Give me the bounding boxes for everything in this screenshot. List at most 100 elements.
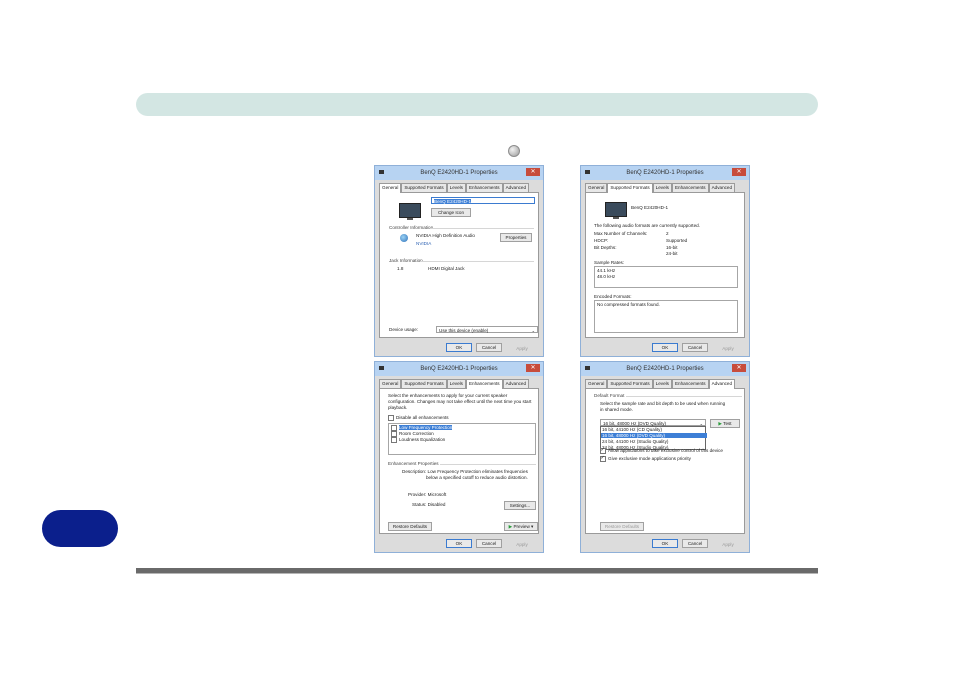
tab-advanced[interactable]: Advanced — [708, 183, 736, 192]
ok-button[interactable]: OK — [446, 539, 472, 548]
checkbox-icon — [600, 447, 606, 454]
monitor-icon — [605, 202, 627, 219]
tab-supported-formats[interactable]: Supported Formats — [401, 183, 447, 192]
tab-general[interactable]: General — [585, 379, 608, 388]
device-name-input[interactable]: BenQ E2420HD-1 — [431, 197, 535, 204]
controller-group-label: Controller Information — [389, 225, 434, 230]
device-usage-select[interactable]: Use this device (enable) ⌄ — [436, 326, 538, 333]
divider — [430, 228, 534, 229]
ok-button[interactable]: OK — [446, 343, 472, 352]
encoded-formats-list[interactable]: No compressed formats found. — [594, 300, 738, 333]
tab-enhancements[interactable]: Enhancements — [465, 183, 503, 192]
allow-exclusive-checkbox[interactable]: Allow applications to take exclusive con… — [600, 447, 723, 454]
title-bar: BenQ E2420HD-1 Properties ✕ — [581, 362, 749, 376]
checkbox-icon — [600, 455, 606, 462]
dialog-title: BenQ E2420HD-1 Properties — [420, 366, 498, 372]
footer-rule — [136, 568, 818, 574]
checkbox-icon — [388, 415, 394, 421]
restore-defaults-button[interactable]: Restore Defaults — [388, 522, 432, 531]
list-item: 44.1 kHz — [597, 268, 616, 273]
tab-supported-formats[interactable]: Supported Formats — [607, 379, 653, 388]
tab-levels[interactable]: Levels — [652, 379, 672, 388]
properties-button[interactable]: Properties — [500, 233, 532, 242]
properties-dialog-supported-formats: BenQ E2420HD-1 Properties ✕ General Suppo… — [580, 165, 750, 357]
apply-button[interactable]: Apply — [510, 345, 534, 352]
apply-button[interactable]: Apply — [510, 541, 534, 548]
settings-button[interactable]: Settings... — [504, 501, 536, 510]
jack-name: HDMI Digital Jack — [428, 266, 465, 271]
description-line-1: Description: Low Frequency Protection el… — [402, 469, 528, 474]
cancel-button[interactable]: Cancel — [682, 539, 708, 548]
cancel-button[interactable]: Cancel — [682, 343, 708, 352]
enhancements-list[interactable]: Low Frequency Protection Room Correction… — [388, 423, 536, 455]
dialog-title: BenQ E2420HD-1 Properties — [626, 170, 704, 176]
hdcp-value: Supported — [666, 238, 688, 243]
option-item[interactable]: 16 bit, 48000 Hz (DVD Quality) — [601, 433, 707, 438]
enhancements-panel: Select the enhancements to apply for you… — [379, 388, 539, 534]
advanced-panel: Default Format Select the sample rate an… — [585, 388, 745, 534]
jack-id: 1.8 — [397, 266, 404, 271]
properties-dialog-advanced: BenQ E2420HD-1 Properties ✕ General Suppo… — [580, 361, 750, 553]
title-bar: BenQ E2420HD-1 Properties ✕ — [581, 166, 749, 180]
tab-general[interactable]: General — [379, 183, 402, 193]
jack-group-label: Jack Information — [389, 258, 423, 263]
tab-levels[interactable]: Levels — [446, 379, 466, 388]
device-name: BenQ E2420HD-1 — [631, 205, 669, 210]
close-icon[interactable]: ✕ — [732, 364, 746, 372]
tab-supported-formats[interactable]: Supported Formats — [607, 183, 653, 193]
controller-name: NVIDIA High Definition Audio — [416, 233, 475, 238]
disable-all-checkbox[interactable]: Disable all enhancements — [388, 415, 449, 421]
tab-advanced[interactable]: Advanced — [708, 379, 736, 389]
restore-defaults-button[interactable]: Restore Defaults — [600, 522, 644, 531]
enhancement-properties-label: Enhancement Properties — [388, 461, 439, 466]
tab-advanced[interactable]: Advanced — [502, 379, 530, 388]
controller-vendor-link[interactable]: NVIDIA — [416, 241, 431, 246]
ok-button[interactable]: OK — [652, 539, 678, 548]
close-icon[interactable]: ✕ — [526, 364, 540, 372]
enhancements-intro-line-3: playback. — [388, 405, 408, 410]
tab-supported-formats[interactable]: Supported Formats — [401, 379, 447, 388]
enhancements-intro-line-1: Select the enhancements to apply for you… — [388, 393, 508, 398]
default-format-select[interactable]: 16 bit, 48000 Hz (DVD Quality) ⌄ — [600, 419, 706, 426]
option-item[interactable]: 16 bit, 44100 Hz (CD Quality) — [602, 427, 706, 432]
side-chapter-tab — [42, 510, 118, 547]
tab-strip: General Supported Formats Levels Enhancemen… — [585, 182, 736, 193]
tab-levels[interactable]: Levels — [446, 183, 466, 192]
preview-button[interactable]: ▶ Preview ▾ — [504, 522, 538, 531]
max-channels-value: 2 — [666, 231, 669, 236]
cancel-button[interactable]: Cancel — [476, 539, 502, 548]
bit-depths-label: Bit Depths: — [594, 245, 617, 250]
ok-button[interactable]: OK — [652, 343, 678, 352]
option-item[interactable]: 24 bit, 44100 Hz (Studio Quality) — [602, 439, 668, 444]
default-format-options[interactable]: 16 bit, 44100 Hz (CD Quality) 16 bit, 48… — [600, 426, 707, 450]
apply-button[interactable]: Apply — [716, 541, 740, 548]
tab-strip: General Supported Formats Levels Enhancemen… — [585, 378, 736, 389]
dialog-title: BenQ E2420HD-1 Properties — [420, 170, 498, 176]
properties-dialog-general: BenQ E2420HD-1 Properties ✕ General Suppo… — [374, 165, 544, 357]
hdcp-label: HDCP: — [594, 238, 609, 243]
tab-enhancements[interactable]: Enhancements — [671, 379, 709, 388]
title-bar: BenQ E2420HD-1 Properties ✕ — [375, 166, 543, 180]
tab-enhancements[interactable]: Enhancements — [671, 183, 709, 192]
close-icon[interactable]: ✕ — [526, 168, 540, 176]
default-format-label: Default Format — [594, 393, 625, 398]
exclusive-priority-checkbox[interactable]: Give exclusive mode applications priorit… — [600, 455, 691, 462]
monitor-icon — [399, 203, 421, 220]
cancel-button[interactable]: Cancel — [476, 343, 502, 352]
test-button[interactable]: ▶ Test — [710, 419, 740, 428]
bit-depth-24: 24-bit — [666, 251, 678, 256]
speaker-icon — [400, 234, 408, 242]
change-icon-button[interactable]: Change Icon — [431, 208, 471, 217]
tab-levels[interactable]: Levels — [652, 183, 672, 192]
list-item[interactable]: Loudness Equalization — [391, 437, 445, 443]
play-icon: ▶ — [718, 421, 722, 426]
sample-rates-list[interactable]: 44.1 kHz 48.0 kHz — [594, 266, 738, 288]
close-icon[interactable]: ✕ — [732, 168, 746, 176]
tab-strip: General Supported Formats Levels Enhancemen… — [379, 182, 530, 193]
tab-general[interactable]: General — [585, 183, 608, 192]
default-format-intro-line-1: Select the sample rate and bit depth to … — [600, 401, 726, 406]
tab-general[interactable]: General — [379, 379, 402, 388]
tab-advanced[interactable]: Advanced — [502, 183, 530, 192]
apply-button[interactable]: Apply — [716, 345, 740, 352]
tab-enhancements[interactable]: Enhancements — [465, 379, 503, 389]
